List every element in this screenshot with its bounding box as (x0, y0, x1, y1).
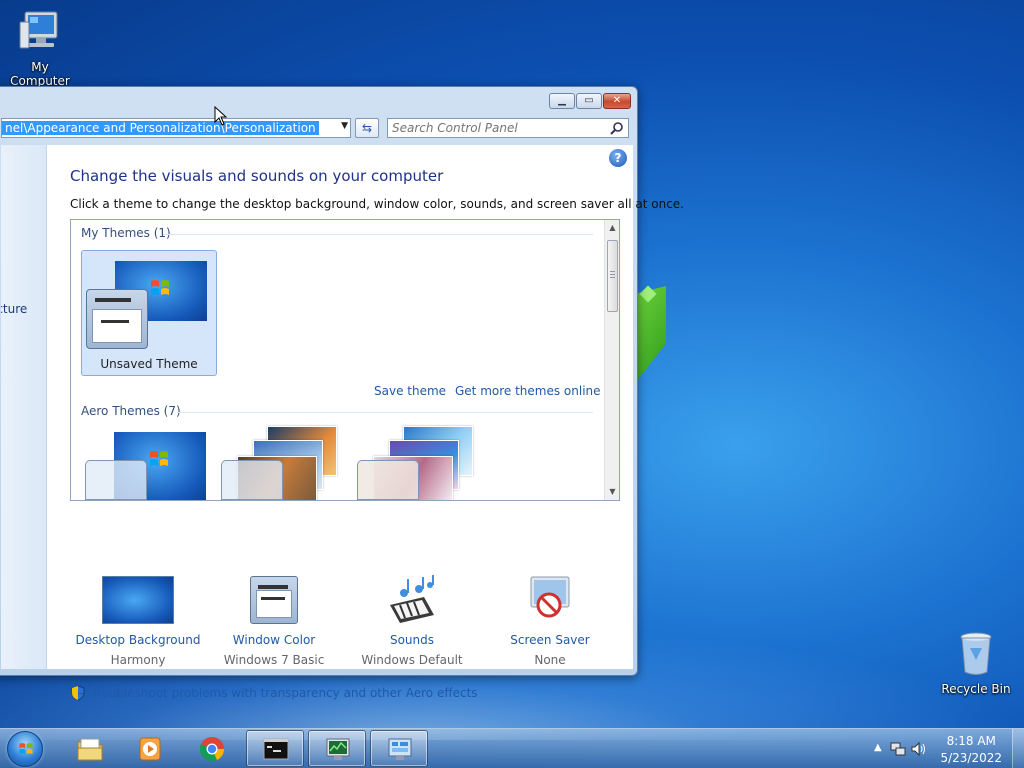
group-divider (163, 234, 593, 235)
desktop-icon-label: Recycle Bin (941, 682, 1011, 696)
theme-unsaved[interactable]: Unsaved Theme (81, 250, 217, 376)
setting-value: None (534, 653, 566, 667)
setting-value: Windows Default (361, 653, 463, 667)
theme-window-preview (357, 460, 419, 500)
taskbar-windows-explorer[interactable] (60, 730, 118, 767)
group-heading-aero-themes: Aero Themes (7) (81, 404, 181, 418)
address-dropdown-icon[interactable]: ▼ (341, 121, 348, 131)
sidebar-item-account-picture[interactable]: icture (1, 302, 27, 316)
clock-time: 8:18 AM (946, 734, 996, 748)
media-player-icon (139, 737, 161, 761)
desktop-icon-label: My Computer (10, 60, 70, 88)
scroll-up-icon[interactable]: ▲ (605, 220, 619, 236)
content-area: e icture ? Change the visuals and sounds… (1, 145, 684, 701)
volume-icon[interactable] (910, 741, 926, 757)
theme-settings-row: Desktop Background Harmony Window Color … (70, 575, 620, 675)
save-theme-link[interactable]: Save theme (374, 384, 446, 398)
taskbar-command-prompt[interactable] (246, 730, 304, 767)
system-tray: ▲ 8:18 AM 5/23/2022 (864, 729, 1024, 768)
setting-label[interactable]: Window Color (206, 633, 342, 647)
windows-logo-icon (150, 451, 168, 466)
help-icon[interactable]: ? (609, 149, 627, 167)
taskbar-control-panel[interactable] (370, 730, 428, 767)
theme-window-preview (86, 289, 148, 349)
show-desktop-button[interactable] (1012, 729, 1024, 768)
clock[interactable]: 8:18 AM 5/23/2022 (940, 733, 1002, 767)
close-button[interactable]: ✕ (603, 93, 631, 109)
start-button[interactable] (7, 731, 43, 767)
window-controls: ▁ ▭ ✕ (549, 93, 631, 109)
setting-label[interactable]: Sounds (344, 633, 480, 647)
window-color-icon (250, 576, 298, 624)
address-path[interactable]: nel\Appearance and Personalization\Perso… (2, 121, 319, 135)
minimize-icon: ▁ (558, 95, 566, 106)
setting-window-color[interactable]: Window Color Windows 7 Basic (206, 575, 342, 667)
close-icon: ✕ (612, 95, 622, 106)
desktop-icon-recycle-bin[interactable]: Recycle Bin (936, 630, 1016, 696)
search-icon[interactable] (610, 121, 624, 135)
theme-aero-characters[interactable] (353, 426, 489, 500)
setting-value: Windows 7 Basic (223, 653, 325, 667)
sounds-icon (390, 575, 434, 623)
wallpaper-flag-shape (636, 286, 666, 382)
taskbar-chrome[interactable] (182, 730, 240, 767)
group-heading-my-themes: My Themes (1) (81, 226, 171, 240)
address-bar[interactable]: nel\Appearance and Personalization\Perso… (1, 118, 351, 138)
monitor-icon (326, 738, 350, 760)
computer-icon (19, 11, 58, 49)
control-panel-icon (388, 738, 412, 760)
refresh-icon: ⇆ (361, 121, 373, 135)
clock-date: 5/23/2022 (940, 751, 1002, 765)
page-description: Click a theme to change the desktop back… (70, 197, 684, 211)
setting-label[interactable]: Screen Saver (482, 633, 618, 647)
desktop-icon-my-computer[interactable]: My Computer (0, 8, 80, 88)
windows-logo-icon (151, 280, 169, 295)
personalization-window[interactable]: ▁ ▭ ✕ nel\Appearance and Personalization… (0, 86, 684, 701)
theme-aero-architecture[interactable] (217, 426, 353, 500)
scroll-down-icon[interactable]: ▼ (605, 484, 619, 500)
setting-screen-saver[interactable]: Screen Saver None (482, 575, 618, 667)
page-title: Change the visuals and sounds on your co… (70, 167, 444, 185)
theme-window-preview (221, 460, 283, 500)
mouse-cursor-icon (214, 106, 228, 126)
search-box[interactable] (387, 118, 629, 138)
troubleshoot-link-text[interactable]: Troubleshoot problems with transparency … (91, 686, 478, 700)
theme-list-scrollbar[interactable]: ▲ ▼ (604, 220, 619, 500)
windows-logo-icon (19, 743, 33, 755)
minimize-button[interactable]: ▁ (549, 93, 575, 109)
setting-value: Harmony (110, 653, 166, 667)
setting-label[interactable]: Desktop Background (70, 633, 206, 647)
troubleshoot-link[interactable]: Troubleshoot problems with transparency … (70, 685, 478, 701)
show-hidden-icons-icon[interactable]: ▲ (874, 742, 882, 753)
screen-saver-icon (530, 576, 570, 618)
theme-list[interactable]: My Themes (1) Unsaved Theme Save theme G… (70, 219, 620, 501)
recycle-bin-icon (960, 632, 992, 675)
scroll-thumb[interactable] (607, 240, 618, 312)
setting-sounds[interactable]: Sounds Windows Default (344, 575, 480, 667)
command-prompt-icon (263, 738, 289, 760)
theme-aero-windows7[interactable] (81, 430, 217, 500)
refresh-button[interactable]: ⇆ (355, 118, 379, 138)
maximize-button[interactable]: ▭ (576, 93, 602, 109)
get-more-themes-link[interactable]: Get more themes online (455, 384, 601, 398)
maximize-icon: ▭ (584, 95, 594, 106)
desktop-background-icon (102, 576, 174, 624)
shield-icon (71, 685, 85, 701)
taskbar: ▲ 8:18 AM 5/23/2022 (0, 728, 1024, 768)
theme-name: Unsaved Theme (100, 357, 198, 371)
sidebar: e icture (1, 145, 47, 669)
setting-desktop-background[interactable]: Desktop Background Harmony (70, 575, 206, 667)
taskbar-media-player[interactable] (120, 730, 178, 767)
group-divider (177, 412, 593, 413)
folder-icon (77, 738, 103, 761)
theme-window-preview (85, 460, 147, 500)
search-input[interactable] (392, 121, 602, 135)
taskbar-network-monitor[interactable] (308, 730, 366, 767)
chrome-icon (199, 737, 225, 762)
network-icon[interactable] (890, 741, 906, 757)
